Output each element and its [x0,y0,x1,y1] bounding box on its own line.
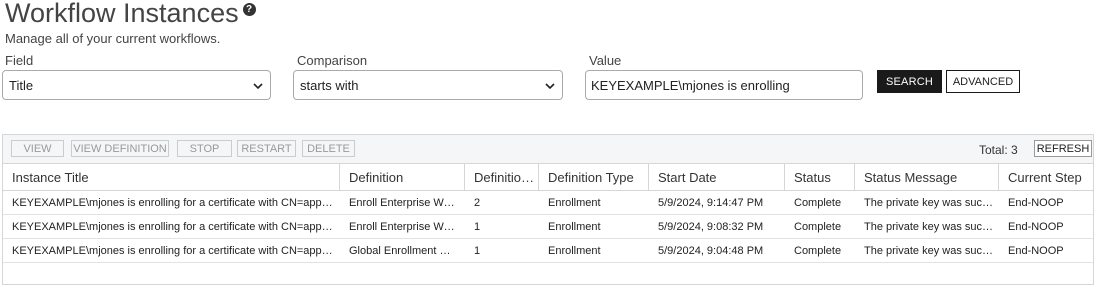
stop-button[interactable]: STOP [177,140,232,157]
refresh-button[interactable]: REFRESH [1034,140,1092,157]
cell-start-date: 5/9/2024, 9:08:32 PM [658,221,764,233]
cell-definition-version: 2 [474,197,481,209]
comparison-select[interactable]: starts with [293,70,563,100]
page-title: Workflow Instances [5,0,239,28]
field-label: Field [5,53,34,68]
cell-definition: Global Enrollment Workflow [349,245,459,257]
total-count: Total: 3 [979,143,1018,157]
restart-button[interactable]: RESTART [237,140,296,157]
cell-status-message: The private key was successfully retriev… [864,245,993,257]
cell-current-step: End-NOOP [1008,245,1064,257]
cell-definition-version: 1 [474,245,481,257]
cell-status-message: The private key was successfully retriev… [864,197,993,209]
cell-instance-title: KEYEXAMPLE\mjones is enrolling for a cer… [12,197,334,209]
help-icon[interactable]: ? [242,3,256,16]
cell-definition: Enroll Enterprise Web Server [349,197,459,209]
workflow-instances-page: Workflow Instances ? Manage all of your … [0,0,1095,285]
cell-status: Complete [794,197,842,209]
cell-status: Complete [794,221,842,233]
column-header-status-message[interactable]: Status Message [855,164,999,191]
cell-status-message: The private key was successfully retriev… [864,221,993,233]
table-header: Instance Title Definition Definition Ver… [3,164,1093,191]
cell-definition-type: Enrollment [548,245,601,257]
column-header-definition-type[interactable]: Definition Type [539,164,649,191]
column-header-instance-title[interactable]: Instance Title [3,164,340,191]
view-button[interactable]: VIEW [11,140,64,157]
table-row[interactable]: KEYEXAMPLE\mjones is enrolling for a cer… [3,215,1093,239]
column-header-current-step[interactable]: Current Step [999,164,1093,191]
cell-status: Complete [794,245,842,257]
cell-current-step: End-NOOP [1008,221,1064,233]
cell-definition-version: 1 [474,221,481,233]
workflow-instances-grid: VIEW VIEW DEFINITION STOP RESTART DELETE… [2,134,1094,285]
column-header-start-date[interactable]: Start Date [649,164,785,191]
column-header-status[interactable]: Status [785,164,855,191]
title-row: Workflow Instances ? [5,0,256,27]
page-subtitle: Manage all of your current workflows. [5,31,221,46]
view-definition-button[interactable]: VIEW DEFINITION [71,140,169,157]
cell-start-date: 5/9/2024, 9:04:48 PM [658,245,764,257]
delete-button[interactable]: DELETE [302,140,355,157]
cell-instance-title: KEYEXAMPLE\mjones is enrolling for a cer… [12,221,334,233]
advanced-button[interactable]: ADVANCED [946,70,1020,93]
column-header-definition[interactable]: Definition [340,164,465,191]
cell-definition: Enroll Enterprise Web Server [349,221,459,233]
value-input[interactable] [585,70,863,100]
table-row[interactable]: KEYEXAMPLE\mjones is enrolling for a cer… [3,239,1093,263]
cell-start-date: 5/9/2024, 9:14:47 PM [658,197,764,209]
cell-definition-type: Enrollment [548,197,601,209]
field-select-value: Title [9,77,34,93]
cell-current-step: End-NOOP [1008,197,1064,209]
value-label: Value [589,53,622,68]
column-header-definition-version[interactable]: Definition Version [465,164,539,191]
field-select[interactable]: Title [2,70,271,100]
grid-toolbar: VIEW VIEW DEFINITION STOP RESTART DELETE… [3,135,1093,164]
comparison-select-value: starts with [300,77,359,93]
cell-definition-type: Enrollment [548,221,601,233]
table-row[interactable]: KEYEXAMPLE\mjones is enrolling for a cer… [3,191,1093,215]
comparison-label: Comparison [297,53,368,68]
cell-instance-title: KEYEXAMPLE\mjones is enrolling for a cer… [12,245,334,257]
search-button[interactable]: SEARCH [877,70,942,93]
chevron-down-icon [545,83,555,90]
chevron-down-icon [253,83,263,90]
